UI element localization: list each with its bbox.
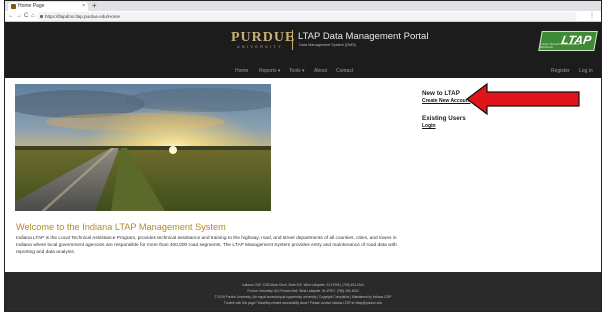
new-tab-button[interactable]: + (92, 1, 97, 11)
menu-icon[interactable]: ⋮ (589, 12, 595, 21)
purdue-logo-subtitle: UNIVERSITY (237, 45, 284, 49)
nav-home[interactable]: Home (235, 65, 248, 78)
footer-university: Purdue University, 610 Purdue Mall, West… (247, 289, 359, 293)
reload-icon[interactable]: C (24, 12, 28, 21)
portal-subtitle: Data Management System (DMS) (299, 43, 356, 47)
welcome-title: Welcome to the Indiana LTAP Management S… (16, 222, 226, 232)
browser-window: Home Page × + ← → C ⌂ https://ltapdms.lt… (4, 0, 602, 312)
browser-tab[interactable]: Home Page × (8, 2, 88, 11)
footer-accessibility[interactable]: Trouble with this page? Disability-relat… (5, 301, 601, 305)
nav-about[interactable]: About (314, 65, 327, 78)
forward-icon[interactable]: → (16, 12, 22, 21)
back-icon[interactable]: ← (8, 12, 14, 21)
ltap-logo[interactable]: LTAP LOCAL TECHNICAL ASSISTANCE PROGRAM (538, 31, 598, 51)
footer-address: Indiana LTAP, 1205 Mann Drive, Suite 200… (242, 283, 364, 287)
address-bar-row: ← → C ⌂ https://ltapdms.ltap.purdue.edu/… (5, 11, 601, 22)
home-icon[interactable]: ⌂ (31, 12, 35, 21)
hero-image (15, 84, 271, 211)
nav-register[interactable]: Register (551, 65, 570, 78)
header-divider (292, 30, 293, 50)
nav-tools[interactable]: Tools ▾ (289, 65, 305, 78)
lock-icon (40, 15, 43, 18)
purdue-logo[interactable]: PURDUE (231, 30, 295, 46)
red-arrow-annotation (466, 82, 580, 116)
footer-copyright[interactable]: © 2019 Purdue University | An equal acce… (5, 295, 601, 299)
url-field[interactable]: https://ltapdms.ltap.purdue.edu/Home (37, 12, 577, 21)
existing-users-heading: Existing Users (422, 115, 466, 122)
nav-reports[interactable]: Reports ▾ (259, 65, 280, 78)
main-nav: Home Reports ▾ Tools ▾ About Contact Reg… (5, 65, 601, 78)
tab-title: Home Page (18, 3, 45, 9)
url-text: https://ltapdms.ltap.purdue.edu/Home (45, 14, 121, 19)
site-header: PURDUE UNIVERSITY LTAP Data Management P… (5, 22, 601, 78)
portal-title: LTAP Data Management Portal (298, 31, 429, 42)
nav-contact[interactable]: Contact (336, 65, 353, 78)
ltap-logo-subtitle: LOCAL TECHNICAL ASSISTANCE PROGRAM (539, 43, 580, 49)
tab-strip: Home Page × + (5, 1, 601, 11)
favicon-icon (11, 4, 16, 9)
intro-paragraph: Indiana LTAP is the Local Technical Assi… (16, 236, 397, 255)
site-footer: Indiana LTAP, 1205 Mann Drive, Suite 200… (5, 272, 601, 311)
sunset-road-photo (15, 84, 271, 211)
nav-login[interactable]: Log in (579, 65, 593, 78)
login-link[interactable]: Login (422, 123, 572, 129)
close-tab-icon[interactable]: × (82, 2, 85, 11)
